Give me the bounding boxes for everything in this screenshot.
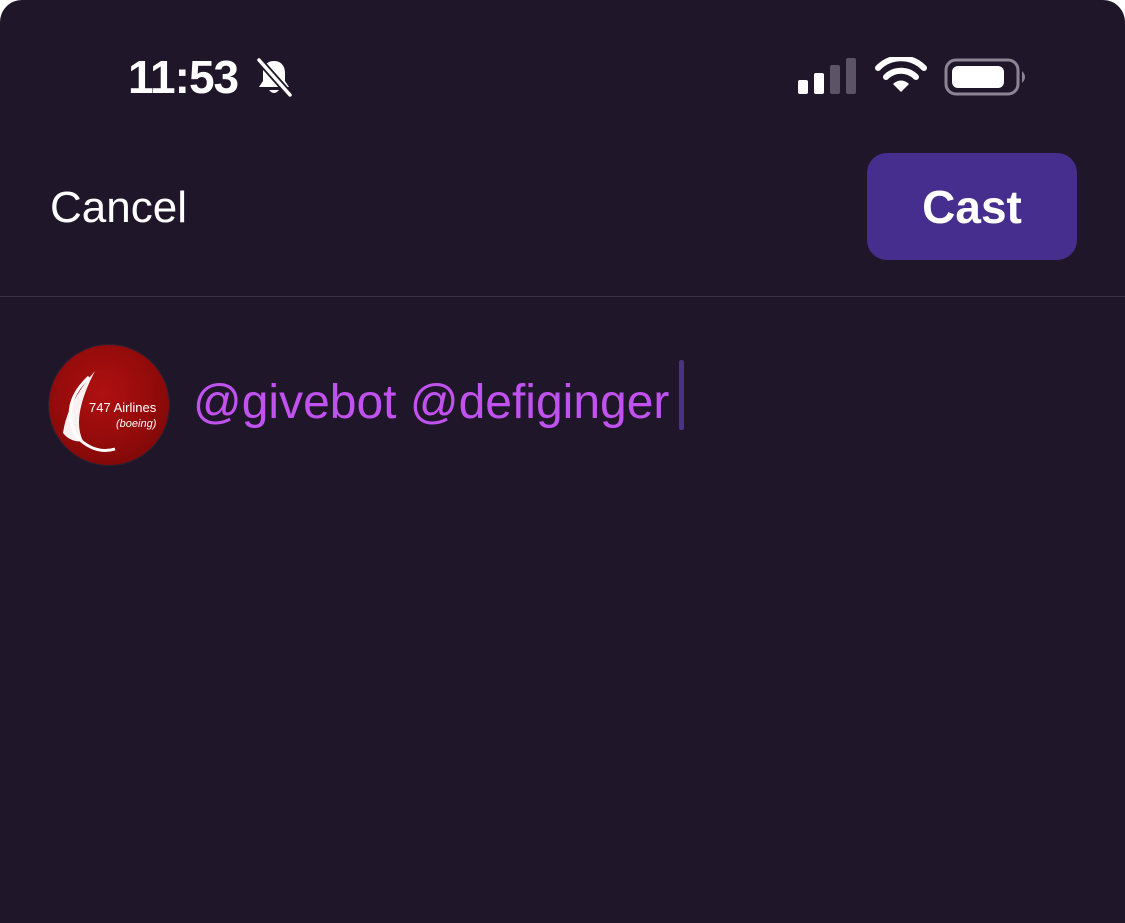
avatar-text-line1: 747 Airlines	[89, 400, 157, 415]
avatar[interactable]: 747 Airlines (boeing)	[49, 345, 169, 465]
text-caret	[679, 360, 685, 430]
battery-icon	[944, 58, 1025, 96]
avatar-logo: 747 Airlines (boeing)	[63, 371, 157, 452]
status-time: 11:53	[128, 51, 239, 103]
wifi-icon	[875, 57, 927, 92]
header-divider	[0, 296, 1125, 297]
compose-screen: 11:53 Cancel Cast 747 Airlines (boeing) …	[0, 0, 1125, 923]
cancel-button[interactable]: Cancel	[50, 180, 187, 236]
cellular-signal-icon	[798, 58, 856, 94]
cast-text-input[interactable]: @givebot @defiginger	[193, 360, 685, 434]
cast-text: @givebot @defiginger	[193, 376, 670, 429]
bell-slash-icon	[255, 56, 294, 98]
cast-button[interactable]: Cast	[867, 153, 1077, 260]
avatar-text-line2: (boeing)	[116, 418, 157, 430]
